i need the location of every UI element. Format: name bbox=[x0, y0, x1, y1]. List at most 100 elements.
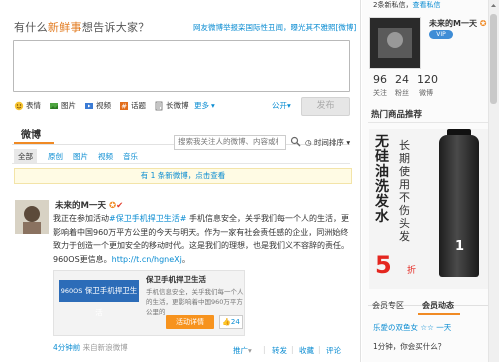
tool-longweibo[interactable]: 长微博 bbox=[154, 100, 189, 111]
tab-music[interactable]: 音乐 bbox=[123, 151, 138, 162]
profile-name-text: 未来的M一天 bbox=[429, 19, 477, 28]
chevron-down-icon: ▾ bbox=[248, 346, 252, 355]
chevron-down-icon: ▾ bbox=[346, 138, 351, 147]
post-body-end: 。 bbox=[181, 254, 190, 264]
promote-button[interactable]: 推广▾ bbox=[233, 345, 252, 356]
compose-prompt: 有什么新鲜事想告诉大家？ bbox=[14, 19, 150, 35]
video-icon bbox=[85, 102, 93, 109]
visibility-label: 公开 bbox=[272, 101, 287, 110]
tool-image-label: 图片 bbox=[61, 101, 76, 110]
send-button[interactable]: 发布 bbox=[301, 97, 350, 116]
emoticon-icon bbox=[14, 101, 24, 110]
separator: | bbox=[263, 345, 266, 354]
medal-icon: ✔ bbox=[116, 201, 124, 211]
member-update-item[interactable]: 1分钟，你会买什么？ bbox=[373, 341, 445, 352]
shampoo-bottle-image bbox=[439, 135, 479, 277]
tab-images[interactable]: 图片 bbox=[73, 151, 88, 162]
post-author[interactable]: 未来的M一天 ✪✔ bbox=[55, 199, 123, 211]
stat-followers-label[interactable]: 粉丝 bbox=[395, 88, 409, 98]
post-body: 我正在参加活动#保卫手机捍卫生活# 手机信息安全，关乎我们每一个人的生活，更影响… bbox=[53, 212, 350, 266]
prompt-highlight: 新鲜事 bbox=[47, 21, 82, 34]
profile-avatar-image bbox=[370, 18, 420, 68]
image-icon bbox=[50, 102, 58, 109]
post-time[interactable]: 4分钟前 bbox=[53, 343, 80, 352]
bottle-label: 1 bbox=[455, 239, 465, 254]
new-posts-banner[interactable]: 有 1 条新微博，点击查看 bbox=[14, 168, 352, 184]
avatar[interactable] bbox=[15, 200, 49, 234]
vip-badge[interactable]: VIP bbox=[429, 30, 453, 39]
post-meta: 4分钟前 来自新浪微博 bbox=[53, 342, 128, 353]
feed-title: 微博 bbox=[21, 130, 41, 141]
stat-followers-count[interactable]: 24 bbox=[395, 73, 409, 86]
post-source: 来自新浪微博 bbox=[82, 343, 128, 352]
time-sort-label: 时间排序 bbox=[313, 138, 344, 147]
repost-button[interactable]: 转发 bbox=[272, 345, 287, 356]
comment-button[interactable]: 评论 bbox=[326, 345, 341, 356]
visibility-toggle[interactable]: 公开▾ bbox=[272, 100, 291, 111]
search-icon[interactable] bbox=[290, 136, 301, 147]
card-image-sub: 960OS bbox=[60, 287, 83, 295]
card-detail-button[interactable]: 活动详情 bbox=[166, 315, 214, 329]
stat-following-count[interactable]: 96 bbox=[373, 73, 387, 86]
tab-all[interactable]: 全部 bbox=[14, 149, 37, 164]
chevron-down-icon: ▾ bbox=[287, 101, 291, 110]
scroll-thumb[interactable] bbox=[490, 14, 497, 104]
tool-more[interactable]: 更多 ▾ bbox=[194, 100, 215, 111]
private-message-notice: 2条新私信，查看私信 bbox=[373, 0, 440, 10]
thumbs-up-icon: 👍 bbox=[222, 318, 231, 326]
feed-search-input[interactable] bbox=[175, 136, 281, 147]
scroll-up-arrow-icon[interactable] bbox=[490, 2, 497, 9]
feed-search-box bbox=[174, 135, 286, 150]
clock-icon: ◷ bbox=[305, 138, 312, 147]
card-count-value: 24 bbox=[230, 318, 240, 326]
member-update-item[interactable]: 乐愛の双鱼女 ☆☆ 一天 bbox=[373, 322, 451, 333]
card-title: 保卫手机捍卫生活 bbox=[146, 275, 206, 284]
hot-topic-link[interactable]: 网友微博举报栾国际性丑闻，曝光其不雅照[微博] bbox=[193, 22, 356, 33]
privmsg-text: 2条新私信， bbox=[373, 1, 413, 9]
tool-image[interactable]: 图片 bbox=[49, 100, 76, 111]
divider bbox=[12, 163, 350, 164]
topic-icon: # bbox=[120, 101, 128, 110]
separator: | bbox=[291, 345, 294, 354]
hot-products-title: 热门商品推荐 bbox=[371, 110, 423, 120]
post-short-link[interactable]: http://t.cn/hgneXj bbox=[112, 255, 182, 264]
separator: | bbox=[318, 345, 321, 354]
card-desc: 手机信息安全，关乎我们每一个人的生活，更影响着中国960万平方公里的 bbox=[146, 288, 244, 316]
tool-emoticon[interactable]: 表情 bbox=[14, 100, 41, 111]
time-sort-dropdown[interactable]: ◷ 时间排序 ▾ bbox=[305, 137, 350, 148]
tab-member-zone[interactable]: 会员专区 bbox=[372, 300, 404, 311]
profile-avatar[interactable] bbox=[369, 17, 421, 69]
ad-discount-unit: 折 bbox=[407, 266, 417, 276]
post-topic-link[interactable]: #保卫手机捍卫生活# bbox=[109, 214, 186, 223]
ad-headline: 无硅油洗发水 bbox=[375, 134, 389, 225]
tool-more-label: 更多 bbox=[194, 101, 209, 110]
card-image: 960OS 保卫手机捍卫生活 bbox=[59, 280, 139, 317]
card-count: 👍24 bbox=[219, 315, 243, 329]
favorite-button[interactable]: 收藏 bbox=[299, 345, 314, 356]
svg-text:#: # bbox=[121, 102, 127, 110]
view-privmsg-link[interactable]: 查看私信 bbox=[412, 1, 440, 9]
vip-icon: ✪ bbox=[108, 201, 117, 211]
divider bbox=[360, 0, 361, 362]
tool-video[interactable]: 视频 bbox=[84, 100, 111, 111]
tool-topic-label: 话题 bbox=[131, 101, 146, 110]
longweibo-icon bbox=[155, 101, 163, 110]
ad-discount: 5 bbox=[375, 251, 392, 279]
card-image-title: 保卫手机捍卫生活 bbox=[84, 286, 138, 317]
avatar-image bbox=[15, 200, 49, 234]
tool-topic[interactable]: # 话题 bbox=[119, 100, 146, 111]
post-body-prefix: 我正在参加活动 bbox=[53, 214, 109, 223]
profile-name[interactable]: 未来的M一天 ✪ bbox=[429, 18, 486, 29]
stat-following-label[interactable]: 关注 bbox=[373, 88, 387, 98]
stat-posts-count[interactable]: 120 bbox=[417, 73, 438, 86]
tool-video-label: 视频 bbox=[96, 101, 111, 110]
tab-videos[interactable]: 视频 bbox=[98, 151, 113, 162]
prompt-prefix: 有什么 bbox=[14, 21, 48, 34]
tab-original[interactable]: 原创 bbox=[48, 151, 63, 162]
embedded-card[interactable]: 960OS 保卫手机捍卫生活 保卫手机捍卫生活 手机信息安全，关乎我们每一个人的… bbox=[53, 270, 245, 336]
tab-member-updates[interactable]: 会员动态 bbox=[422, 300, 454, 311]
stat-posts-label[interactable]: 微博 bbox=[419, 88, 433, 98]
post-author-name: 未来的M一天 bbox=[55, 201, 106, 211]
product-ad[interactable]: 无硅油洗发水 长期使用不伤头发 1 5 折 bbox=[369, 129, 496, 289]
compose-textarea[interactable] bbox=[13, 40, 350, 92]
